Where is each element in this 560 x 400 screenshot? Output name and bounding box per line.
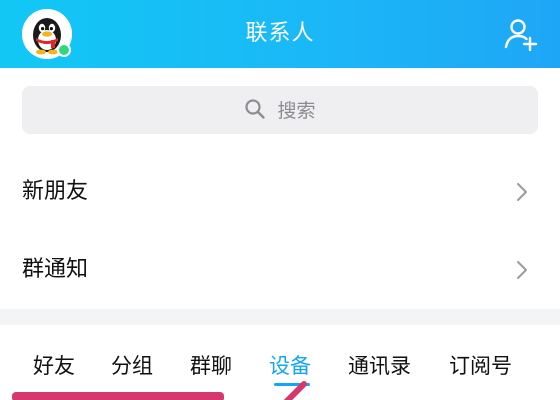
new-friends-row[interactable]: 新朋友 xyxy=(0,153,560,231)
tab-devices[interactable]: 设备 xyxy=(269,350,311,380)
annotation-highlight-bar xyxy=(12,392,224,400)
search-input[interactable]: 搜索 xyxy=(22,86,538,134)
annotation-arrow-icon xyxy=(283,381,307,400)
tab-friends[interactable]: 好友 xyxy=(33,350,75,380)
group-notifications-row[interactable]: 群通知 xyxy=(0,231,560,309)
tab-group-chats[interactable]: 群聊 xyxy=(190,350,232,380)
tab-subscriptions[interactable]: 订阅号 xyxy=(449,350,512,380)
contact-tabs: 好友 分组 群聊 设备 通讯录 订阅号 xyxy=(0,325,560,400)
tab-groups[interactable]: 分组 xyxy=(111,350,153,380)
section-divider xyxy=(0,309,560,325)
top-bar: 联系人 xyxy=(0,0,560,68)
search-placeholder: 搜索 xyxy=(277,99,316,122)
group-notifications-label: 群通知 xyxy=(22,257,89,282)
chevron-right-icon xyxy=(517,183,527,201)
add-contact-button[interactable] xyxy=(503,17,539,52)
search-section: 搜索 xyxy=(0,68,560,150)
page-title: 联系人 xyxy=(245,21,315,46)
search-icon xyxy=(245,98,266,119)
add-contact-icon xyxy=(504,19,538,52)
new-friends-label: 新朋友 xyxy=(22,179,89,204)
chevron-right-icon xyxy=(517,261,527,279)
tab-address-book[interactable]: 通讯录 xyxy=(348,350,411,380)
